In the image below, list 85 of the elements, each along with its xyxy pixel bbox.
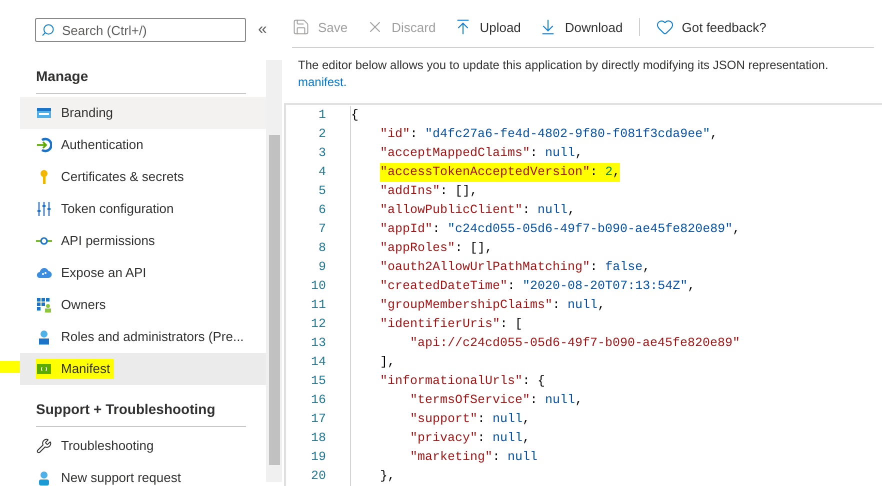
- nav-item-label: Token configuration: [61, 200, 174, 218]
- nav-item[interactable]: Certificates & secrets: [20, 161, 266, 193]
- nav-item[interactable]: Troubleshooting: [20, 430, 266, 462]
- nav-item-label: New support request: [61, 469, 181, 486]
- code-line: "marketing": null: [410, 449, 538, 466]
- sign-in-icon: [36, 137, 52, 153]
- line-number: 9: [317, 259, 326, 276]
- line-number: 3: [317, 145, 326, 162]
- nav-item[interactable]: Token configuration: [20, 193, 266, 225]
- nav-item[interactable]: Expose an API: [20, 257, 266, 289]
- code-line: "createdDateTime": "2020-08-20T07:13:54Z",: [380, 278, 696, 296]
- nav-item-label: Manifest: [61, 360, 110, 378]
- line-number: 18: [310, 430, 326, 448]
- code-line: "identifierUris": [: [380, 316, 523, 334]
- code-line: "allowPublicClient": null,: [380, 202, 576, 220]
- line-number: 13: [310, 335, 326, 352]
- line-number: 5: [317, 183, 326, 200]
- support-person-icon: [36, 470, 52, 486]
- line-number: 6: [317, 202, 326, 220]
- line-number: 19: [310, 449, 326, 466]
- nav-item[interactable]: Owners: [20, 289, 266, 321]
- wrench-icon: [36, 438, 52, 454]
- toolbar-button[interactable]: Got feedback?: [656, 18, 766, 38]
- scrollbar-thumb[interactable]: [268, 134, 280, 464]
- search-icon: [41, 23, 55, 37]
- nav-item-label: Owners: [61, 296, 106, 314]
- toolbar-button[interactable]: Download: [538, 18, 623, 38]
- code-line: "appRoles": [],: [380, 240, 493, 258]
- save-icon: [292, 18, 310, 36]
- nav-item[interactable]: Manifest: [20, 353, 266, 385]
- section-heading: Manage: [36, 67, 88, 86]
- code-line: {: [351, 107, 359, 124]
- nav-item-label: Authentication: [61, 136, 144, 154]
- line-number: 17: [310, 411, 326, 428]
- code-line: "groupMembershipClaims": null,: [380, 297, 606, 314]
- code-line: "support": null,: [410, 411, 530, 428]
- nav-item-label: Certificates & secrets: [61, 168, 184, 186]
- nav-item-label: Expose an API: [61, 264, 146, 282]
- scrollbar[interactable]: [266, 60, 282, 482]
- line-number: 14: [310, 354, 326, 372]
- grid-person-icon: [36, 297, 52, 313]
- search-field[interactable]: Search (Ctrl+/): [35, 18, 246, 42]
- heart-icon: [656, 18, 674, 36]
- web-page-icon: [36, 105, 52, 121]
- manifest-icon: [36, 361, 52, 377]
- code-line: "termsOfService": null,: [410, 392, 583, 410]
- line-number: 8: [317, 240, 326, 258]
- nav-item[interactable]: Branding: [20, 97, 266, 129]
- code-line: },: [380, 468, 396, 486]
- code-line: "oauth2AllowUrlPathMatching": false,: [380, 259, 650, 276]
- code-line: "id": "d4fc27a6-fe4d-4802-9f80-f081f3cda9ee",: [380, 126, 718, 144]
- nav-item-label: Branding: [61, 104, 114, 122]
- nav-item-label: Roles and administrators (Pre...: [61, 328, 244, 346]
- description-text: The editor below allows you to update this application by directly modifying its JSON representation.: [298, 56, 830, 74]
- cloud-icon: [36, 265, 52, 281]
- code-line: "informationalUrls": {: [380, 373, 546, 390]
- nav-item[interactable]: Roles and administrators (Pre...: [20, 321, 266, 353]
- collapse-button[interactable]: «: [258, 18, 267, 42]
- code-line: "acceptMappedClaims": null,: [380, 145, 583, 162]
- nav-item[interactable]: API permissions: [20, 225, 266, 257]
- nav-item[interactable]: New support request: [20, 462, 266, 486]
- code-line: ],: [380, 354, 396, 372]
- nav-item-label: API permissions: [61, 232, 155, 250]
- person-icon: [36, 329, 52, 345]
- line-number: 11: [310, 297, 326, 314]
- code-line: "appId": "c24cd055-05d6-49f7-b090-ae45fe820e89",: [380, 221, 740, 238]
- line-number: 12: [310, 316, 326, 334]
- section-heading: Support + Troubleshooting: [36, 400, 216, 419]
- code-editor[interactable]: [284, 103, 882, 486]
- line-number: 20: [310, 468, 326, 486]
- nav-item-label: Troubleshooting: [61, 437, 154, 456]
- sliders-icon: [36, 201, 52, 217]
- code-line: "addIns": [],: [380, 183, 478, 200]
- manifest-link[interactable]: manifest.: [298, 74, 347, 89]
- toolbar-button[interactable]: Upload: [454, 18, 521, 38]
- line-number: 4: [317, 164, 326, 182]
- line-number: 7: [317, 221, 326, 238]
- line-number: 1: [317, 107, 326, 124]
- code-line: "api://c24cd055-05d6-49f7-b090-ae45fe820e89": [410, 335, 740, 352]
- line-number: 10: [310, 278, 326, 296]
- line-number: 15: [310, 373, 326, 390]
- code-line: "privacy": null,: [410, 430, 530, 448]
- line-number: 16: [310, 392, 326, 410]
- nav-item[interactable]: Authentication: [20, 129, 266, 161]
- line-number: 2: [317, 126, 326, 144]
